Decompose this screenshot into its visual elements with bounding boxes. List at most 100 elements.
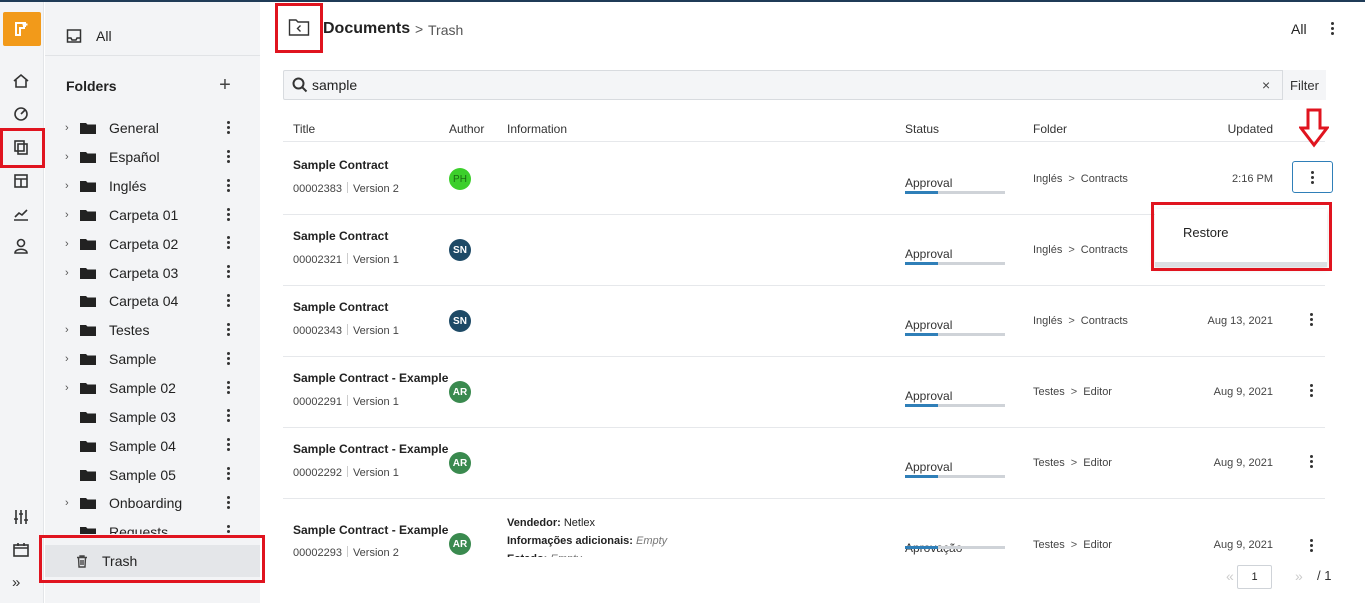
restore-menu-item[interactable]: Restore xyxy=(1183,225,1229,240)
folder-name: Sample 02 xyxy=(109,380,176,397)
row-more-icon[interactable] xyxy=(1310,455,1314,468)
folder-parent[interactable]: Inglés xyxy=(1033,244,1062,256)
chevron-right-icon[interactable]: › xyxy=(65,382,77,394)
table-row[interactable]: Sample Contract 00002383 Version 2 PH Approv… xyxy=(283,144,1325,215)
filter-button[interactable]: Filter xyxy=(1282,70,1326,100)
folder-more-icon[interactable] xyxy=(227,265,231,279)
document-title[interactable]: Sample Contract xyxy=(293,229,388,243)
folder-child[interactable]: Contracts xyxy=(1081,244,1128,256)
folder-more-icon[interactable] xyxy=(227,351,231,365)
folder-child[interactable]: Editor xyxy=(1083,457,1112,469)
folder-item[interactable]: › General xyxy=(45,114,260,143)
add-folder-button[interactable]: + xyxy=(217,74,233,97)
column-updated[interactable]: Updated xyxy=(1228,122,1273,136)
breadcrumb-documents[interactable]: Documents xyxy=(323,20,410,38)
folder-parent[interactable]: Inglés xyxy=(1033,173,1062,185)
folder-item[interactable]: Requests xyxy=(45,518,260,534)
row-more-icon[interactable] xyxy=(1310,384,1314,397)
row-more-icon[interactable] xyxy=(1310,313,1314,326)
clear-search-icon[interactable]: × xyxy=(1262,77,1270,93)
folder-child[interactable]: Editor xyxy=(1083,386,1112,398)
chevron-right-icon[interactable]: › xyxy=(65,324,77,336)
dashboard-icon[interactable] xyxy=(10,102,32,124)
column-folder[interactable]: Folder xyxy=(1033,122,1067,136)
header-more-icon[interactable] xyxy=(1331,22,1335,35)
table-row[interactable]: Sample Contract - Example 00002291 Version… xyxy=(283,357,1325,428)
chevron-right-icon[interactable]: › xyxy=(65,209,77,221)
expand-rail-icon[interactable]: » xyxy=(12,574,20,591)
row-context-menu: Restore xyxy=(1155,209,1327,267)
templates-icon[interactable] xyxy=(10,170,32,192)
document-title[interactable]: Sample Contract - Example xyxy=(293,442,448,456)
folder-item[interactable]: › Onboarding xyxy=(45,489,260,518)
folder-more-icon[interactable] xyxy=(227,294,231,308)
folder-parent[interactable]: Testes xyxy=(1033,539,1065,551)
folder-more-icon[interactable] xyxy=(227,524,231,534)
chevron-right-icon[interactable]: › xyxy=(65,267,77,279)
document-title[interactable]: Sample Contract xyxy=(293,158,388,172)
document-title[interactable]: Sample Contract - Example xyxy=(293,523,448,537)
folder-item[interactable]: › Inglés xyxy=(45,172,260,201)
folder-item[interactable]: › Carpeta 03 xyxy=(45,258,260,287)
folder-more-icon[interactable] xyxy=(227,207,231,221)
folder-more-icon[interactable] xyxy=(227,438,231,452)
settings-sliders-icon[interactable] xyxy=(10,506,32,528)
folder-more-icon[interactable] xyxy=(227,121,231,134)
folder-more-icon[interactable] xyxy=(227,178,231,192)
folder-more-icon[interactable] xyxy=(227,467,231,481)
documents-icon[interactable] xyxy=(10,136,32,158)
folder-item[interactable]: Sample 05 xyxy=(45,460,260,489)
home-icon[interactable] xyxy=(10,70,32,92)
table-row[interactable]: Sample Contract - Example 00002293 Version… xyxy=(283,499,1325,557)
pager-prev-icon[interactable]: « xyxy=(1226,568,1234,584)
folder-item[interactable]: Sample 03 xyxy=(45,402,260,431)
folder-more-icon[interactable] xyxy=(227,495,231,509)
folder-more-icon[interactable] xyxy=(227,149,231,163)
folder-child[interactable]: Contracts xyxy=(1081,315,1128,327)
column-author[interactable]: Author xyxy=(449,122,484,136)
folder-item[interactable]: › Español xyxy=(45,143,260,172)
document-title[interactable]: Sample Contract - Example xyxy=(293,371,448,385)
folder-item[interactable]: Carpeta 04 xyxy=(45,287,260,316)
chevron-right-icon[interactable]: › xyxy=(65,122,77,134)
view-filter-all[interactable]: All xyxy=(1291,21,1307,37)
column-title[interactable]: Title xyxy=(293,122,315,136)
row-actions-button-active[interactable] xyxy=(1292,161,1333,193)
table-row[interactable]: Sample Contract 00002343 Version 1 SN Approv… xyxy=(283,286,1325,357)
folder-item[interactable]: › Testes xyxy=(45,316,260,345)
folder-parent[interactable]: Inglés xyxy=(1033,315,1062,327)
folder-item[interactable]: › Sample 02 xyxy=(45,374,260,403)
folder-item[interactable]: Sample 04 xyxy=(45,431,260,460)
row-more-icon[interactable] xyxy=(1310,539,1314,552)
reports-icon[interactable] xyxy=(10,203,32,225)
chevron-right-icon[interactable]: › xyxy=(65,353,77,365)
folder-name: Inglés xyxy=(109,178,147,195)
column-status[interactable]: Status xyxy=(905,122,939,136)
all-documents-item[interactable]: All xyxy=(45,16,260,56)
folder-child[interactable]: Contracts xyxy=(1081,173,1128,185)
folder-item[interactable]: › Carpeta 02 xyxy=(45,229,260,258)
folder-more-icon[interactable] xyxy=(227,322,231,336)
app-logo[interactable] xyxy=(3,12,41,46)
folder-parent[interactable]: Testes xyxy=(1033,457,1065,469)
chevron-right-icon[interactable]: › xyxy=(65,180,77,192)
back-folder-button[interactable] xyxy=(288,16,310,38)
pager-next-icon[interactable]: » xyxy=(1295,568,1303,584)
folder-item[interactable]: › Sample xyxy=(45,345,260,374)
folder-more-icon[interactable] xyxy=(227,236,231,250)
folder-more-icon[interactable] xyxy=(227,380,231,394)
calendar-icon[interactable] xyxy=(10,539,32,561)
trash-folder-item[interactable]: Trash xyxy=(45,545,260,577)
folder-parent[interactable]: Testes xyxy=(1033,386,1065,398)
folder-item[interactable]: › Carpeta 01 xyxy=(45,201,260,230)
user-icon[interactable] xyxy=(10,235,32,257)
chevron-right-icon[interactable]: › xyxy=(65,497,77,509)
folder-child[interactable]: Editor xyxy=(1083,539,1112,551)
chevron-right-icon[interactable]: › xyxy=(65,238,77,250)
document-title[interactable]: Sample Contract xyxy=(293,300,388,314)
table-row[interactable]: Sample Contract - Example 00002292 Version… xyxy=(283,428,1325,499)
pager-page-input[interactable]: 1 xyxy=(1237,565,1272,589)
folder-more-icon[interactable] xyxy=(227,409,231,423)
search-input[interactable] xyxy=(312,75,1252,95)
chevron-right-icon[interactable]: › xyxy=(65,151,77,163)
